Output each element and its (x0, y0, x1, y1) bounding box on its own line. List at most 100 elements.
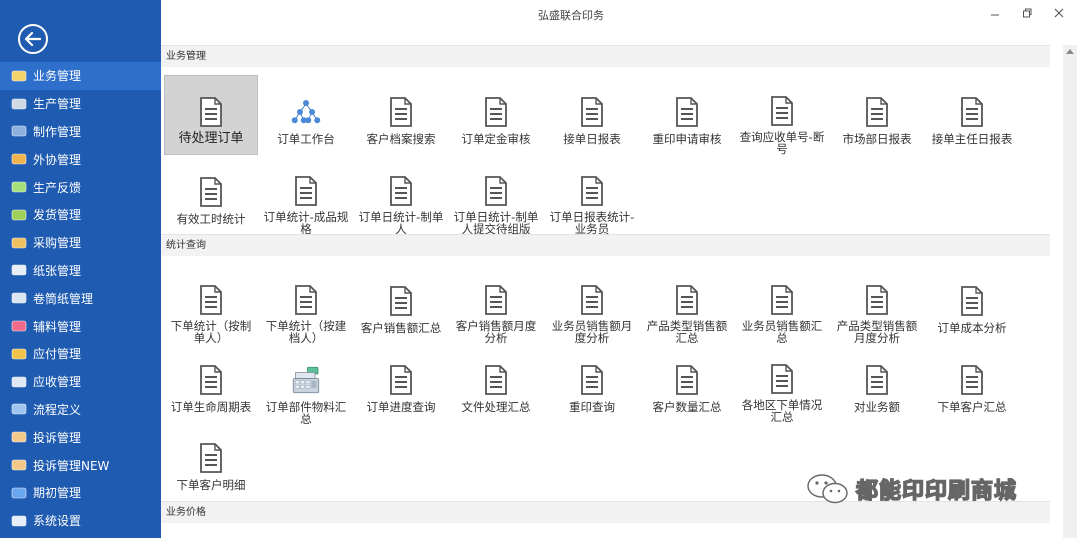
tile-label: 有效工时统计 (176, 212, 246, 226)
sidebar-item[interactable]: 投诉管理NEW (0, 451, 161, 479)
person-icon (10, 457, 28, 473)
function-tile[interactable]: 订单统计-成品规格 (259, 155, 353, 235)
function-tile[interactable]: 接单日报表 (545, 75, 639, 155)
function-tile[interactable]: 订单工作台 (259, 75, 353, 155)
tile-label: 下单客户汇总 (937, 400, 1007, 414)
tile-label: 订单统计-成品规格 (263, 210, 349, 236)
function-tile[interactable]: 订单日报表统计-业务员 (545, 155, 639, 235)
document-icon (767, 95, 797, 127)
paper-stack-icon (10, 262, 28, 278)
sidebar-item[interactable]: 生产反馈 (0, 173, 161, 201)
function-tile[interactable]: 各地区下单情况汇总 (735, 343, 829, 423)
function-tile[interactable]: 文件处理汇总 (449, 343, 543, 423)
section-header: 业务管理 (161, 45, 1050, 67)
tile-label: 订单工作台 (277, 132, 335, 146)
function-tile[interactable]: 客户档案搜索 (354, 75, 448, 155)
document-icon (577, 175, 607, 207)
function-tile[interactable]: 业务员销售额汇总 (735, 264, 829, 344)
function-tile[interactable]: 订单定金审核 (449, 75, 543, 155)
sidebar-item[interactable]: 应收管理 (0, 368, 161, 396)
sidebar-item[interactable]: 期初管理 (0, 479, 161, 507)
sidebar-item[interactable]: 制作管理 (0, 118, 161, 146)
list-icon (10, 123, 28, 139)
main-content: 业务管理待处理订单 订单工作台 客户档案搜索 订单定金审核 接单日报表 重印申请审核 查询应… (161, 45, 1063, 538)
bar-chart-icon (10, 179, 28, 195)
document-icon (196, 95, 226, 129)
sidebar-item[interactable]: 纸张管理 (0, 257, 161, 285)
function-tile[interactable]: 重印查询 (545, 343, 639, 423)
sidebar-item[interactable]: 卷筒纸管理 (0, 284, 161, 312)
function-tile[interactable]: 下单客户明细 (164, 421, 258, 501)
wechat-icon (807, 474, 848, 504)
function-tile[interactable]: 接单主任日报表 (925, 75, 1019, 155)
scroll-up-icon[interactable] (1066, 49, 1074, 54)
function-tile[interactable]: 订单进度查询 (354, 343, 448, 423)
sidebar-item[interactable]: 应付管理 (0, 340, 161, 368)
vertical-scrollbar[interactable] (1063, 45, 1077, 538)
section-header: 统计查询 (161, 234, 1050, 256)
tile-label: 产品类型销售额月度分析 (836, 319, 918, 345)
tile-label: 待处理订单 (178, 131, 244, 146)
close-icon[interactable] (1051, 5, 1067, 21)
tile-label: 客户销售额汇总 (360, 321, 442, 335)
delivery-truck-icon (10, 151, 28, 167)
function-tile[interactable]: 对业务额 (830, 343, 924, 423)
sidebar-item[interactable]: 采购管理 (0, 229, 161, 257)
function-tile[interactable]: 客户数量汇总 (640, 343, 734, 423)
function-tile[interactable]: 查询应收单号-断号 (735, 75, 829, 155)
document-icon (672, 95, 702, 129)
function-tile[interactable]: 订单部件物料汇总 (259, 343, 353, 426)
document-icon (767, 284, 797, 316)
tile-label: 订单部件物料汇总 (265, 400, 347, 426)
document-icon (481, 284, 511, 316)
gears-icon (10, 513, 28, 529)
function-tile[interactable]: 客户销售额月度分析 (449, 264, 543, 344)
sidebar-item-label: 流程定义 (33, 402, 82, 417)
cash-register-icon (10, 374, 28, 390)
cart-icon (10, 235, 28, 251)
tile-label: 订单日统计-制单人提交待组版 (453, 210, 539, 236)
function-tile[interactable]: 下单统计（按制单人） (164, 264, 258, 344)
tile-label: 下单客户明细 (176, 478, 246, 492)
minimize-icon[interactable] (987, 5, 1003, 21)
sidebar-item[interactable]: 生产管理 (0, 90, 161, 118)
function-tile[interactable]: 订单日统计-制单人 (354, 155, 448, 235)
function-tile[interactable]: 待处理订单 (164, 75, 258, 155)
function-tile[interactable]: 下单客户汇总 (925, 343, 1019, 423)
function-tile[interactable]: 客户销售额汇总 (354, 264, 448, 344)
tile-label: 订单定金审核 (461, 132, 531, 146)
sidebar-item[interactable]: 发货管理 (0, 201, 161, 229)
sidebar-item[interactable]: 业务管理 (0, 62, 161, 90)
function-tile[interactable]: 重印申请审核 (640, 75, 734, 155)
document-icon (196, 441, 226, 475)
tile-label: 下单统计（按建档人） (265, 319, 347, 345)
function-tile[interactable]: 市场部日报表 (830, 75, 924, 155)
tile-label: 产品类型销售额汇总 (646, 319, 728, 345)
sidebar-item[interactable]: 系统设置 (0, 507, 161, 535)
sidebar-item-label: 发货管理 (33, 208, 82, 223)
tile-label: 接单日报表 (563, 132, 621, 146)
function-tile[interactable]: 订单生命周期表 (164, 343, 258, 423)
restore-icon[interactable] (1019, 5, 1035, 21)
sidebar-item[interactable]: 流程定义 (0, 396, 161, 424)
tile-label: 业务员销售额月度分析 (551, 319, 633, 345)
function-tile[interactable]: 下单统计（按建档人） (259, 264, 353, 344)
document-icon (577, 95, 607, 129)
tile-label: 文件处理汇总 (461, 400, 531, 414)
function-tile[interactable]: 业务员销售额月度分析 (545, 264, 639, 344)
sidebar-item-label: 纸张管理 (33, 263, 82, 278)
document-icon (672, 284, 702, 316)
document-icon (196, 284, 226, 316)
tile-label: 重印查询 (569, 400, 615, 414)
function-tile[interactable]: 订单成本分析 (925, 264, 1019, 344)
paper-roll-icon (10, 290, 28, 306)
function-tile[interactable]: 有效工时统计 (164, 155, 258, 235)
sidebar-item[interactable]: 辅料管理 (0, 312, 161, 340)
function-tile[interactable]: 订单日统计-制单人提交待组版 (449, 155, 543, 235)
function-tile[interactable]: 产品类型销售额汇总 (640, 264, 734, 344)
function-tile[interactable]: 产品类型销售额月度分析 (830, 264, 924, 344)
back-arrow-icon[interactable] (18, 24, 48, 54)
sidebar-item-label: 采购管理 (33, 236, 82, 251)
sidebar-item[interactable]: 外协管理 (0, 145, 161, 173)
sidebar-item[interactable]: 投诉管理 (0, 423, 161, 451)
